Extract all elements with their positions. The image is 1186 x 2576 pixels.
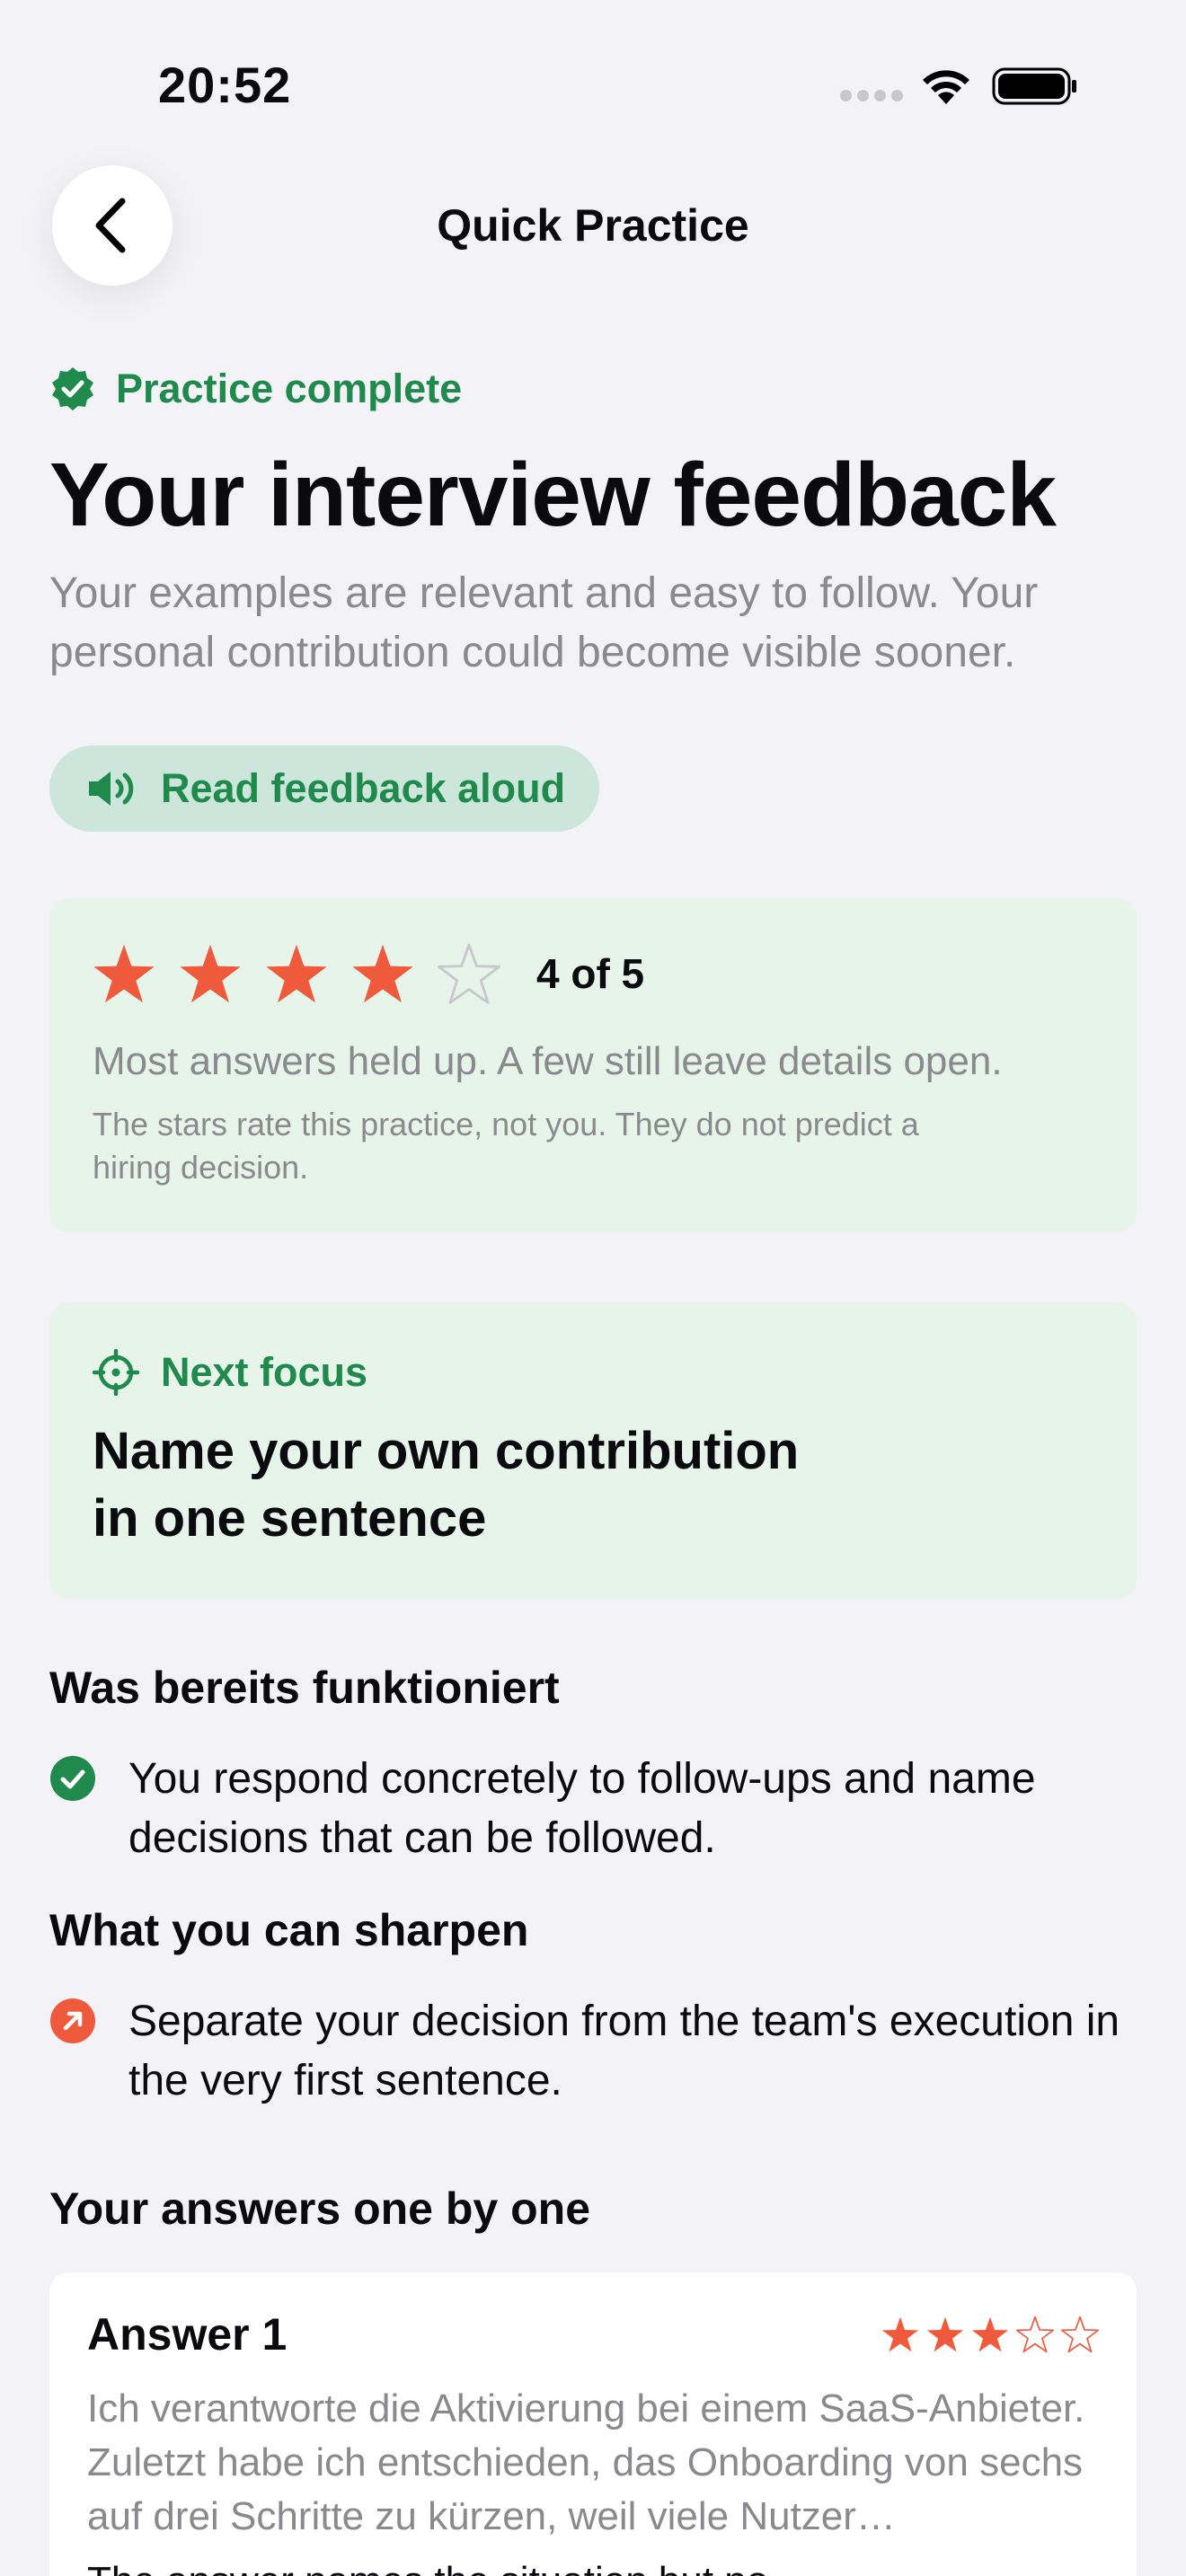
star-filled-icon bbox=[180, 944, 241, 1003]
crosshair-icon bbox=[93, 1349, 139, 1396]
strengths-title: Was bereits funktioniert bbox=[49, 1663, 560, 1713]
next-focus-label: Next focus bbox=[161, 1349, 368, 1395]
strength-item: You respond concretely to follow-ups and… bbox=[49, 1750, 1137, 1868]
practice-complete-row: Practice complete bbox=[49, 357, 1137, 420]
read-aloud-label: Read feedback aloud bbox=[161, 765, 566, 811]
read-aloud-button[interactable]: Read feedback aloud bbox=[49, 745, 600, 832]
feedback-content: Practice complete Your interview feedbac… bbox=[49, 357, 1137, 2576]
practice-complete-label: Practice complete bbox=[116, 366, 463, 411]
answer-quote: Ich verantworte die Aktivierung bei eine… bbox=[87, 2386, 1085, 2538]
answer-title: Answer 1 bbox=[87, 2309, 288, 2360]
speaker-icon bbox=[89, 772, 134, 806]
improvement-item: Separate your decision from the team's e… bbox=[49, 1992, 1137, 2111]
status-bar: 20:52 bbox=[0, 0, 1186, 171]
nav-title: Quick Practice bbox=[437, 200, 749, 251]
improvement-text: Separate your decision from the team's e… bbox=[128, 1998, 1120, 2104]
star-empty-icon bbox=[438, 943, 500, 1004]
star-filled-icon bbox=[926, 2316, 964, 2352]
next-focus-text: Name your own contribution in one senten… bbox=[93, 1422, 800, 1548]
cellular-signal-icon bbox=[840, 90, 903, 101]
wifi-icon bbox=[923, 70, 969, 104]
star-filled-icon bbox=[93, 944, 155, 1003]
feedback-screen: 20:52 Quick Practice Practice complete Y… bbox=[0, 0, 1186, 2576]
battery-icon bbox=[992, 67, 1076, 105]
answers-title: Your answers one by one bbox=[49, 2183, 591, 2234]
next-focus-card: Next focus Name your own contribution in… bbox=[49, 1302, 1137, 1599]
improvements-title: What you can sharpen bbox=[49, 1905, 529, 1955]
verified-badge-icon bbox=[52, 367, 93, 410]
rating-label: 4 of 5 bbox=[536, 950, 645, 997]
rating-disclaimer: The stars rate this practice, not you. T… bbox=[93, 1106, 919, 1186]
feedback-summary: Your examples are relevant and easy to f… bbox=[49, 569, 1039, 676]
rating-description: Most answers held up. A few still leave … bbox=[93, 1039, 1003, 1083]
answer-rating-stars bbox=[881, 2316, 1099, 2353]
star-filled-icon bbox=[971, 2316, 1009, 2352]
next-focus-header: Next focus bbox=[93, 1345, 1093, 1399]
answer-card-header: Answer 1 bbox=[87, 2308, 1099, 2360]
strength-text: You respond concretely to follow-ups and… bbox=[128, 1755, 1036, 1862]
rating-card: 4 of 5 Most answers held up. A few still… bbox=[49, 898, 1137, 1232]
star-empty-icon bbox=[1061, 2316, 1099, 2353]
answer-feedback: The answer names the situation but no bbox=[87, 2554, 1099, 2576]
star-filled-icon bbox=[352, 944, 413, 1003]
check-circle-icon bbox=[50, 1756, 95, 1801]
page-title: Your interview feedback bbox=[49, 445, 1057, 545]
star-filled-icon bbox=[266, 944, 327, 1003]
star-filled-icon bbox=[881, 2316, 919, 2352]
star-empty-icon bbox=[1016, 2316, 1054, 2353]
answer-card[interactable]: Answer 1 Ich verantworte die Aktivierung… bbox=[49, 2272, 1137, 2576]
star-group bbox=[93, 942, 500, 1005]
arrow-up-right-circle-icon bbox=[50, 1998, 95, 2043]
rating-stars: 4 of 5 bbox=[93, 938, 1093, 1010]
status-time: 20:52 bbox=[158, 57, 292, 113]
